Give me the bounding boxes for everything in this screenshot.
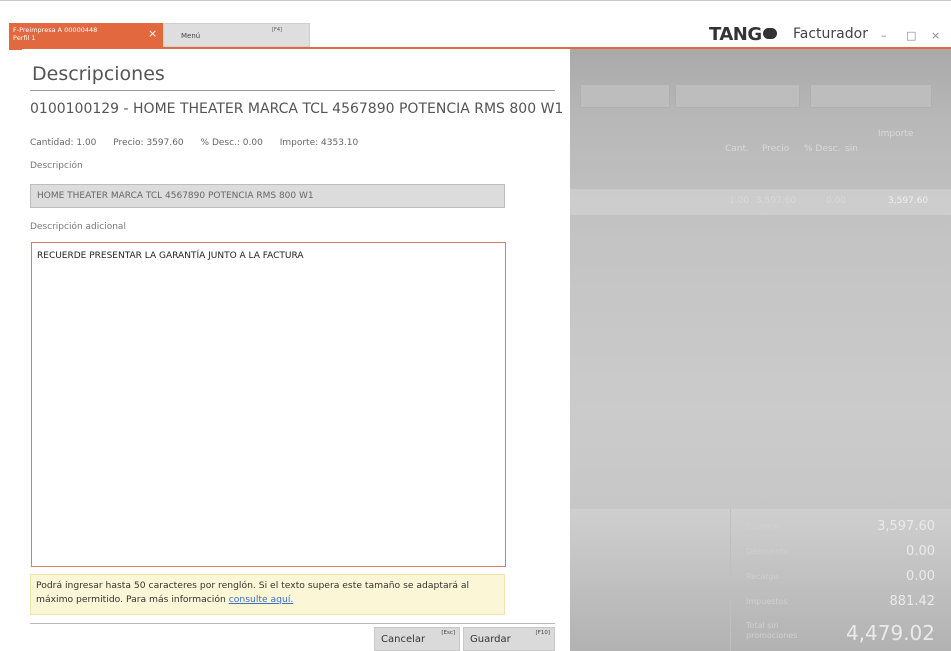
bg-row-desc: 0.00 xyxy=(826,196,847,206)
tab-invoice[interactable]: F-Preimpresa A 00000448 Perfil 1 xyxy=(9,23,163,47)
bg-total-label: Descuento xyxy=(746,547,789,556)
bg-header-importe: Importe xyxy=(878,129,914,139)
title-bar: F-Preimpresa A 00000448 Perfil 1 × Menú … xyxy=(0,0,951,50)
description-field: HOME THEATER MARCA TCL 4567890 POTENCIA … xyxy=(30,184,505,208)
bg-header-importe-sub: sin xyxy=(845,144,858,154)
bg-field xyxy=(675,84,800,108)
bg-row-importe: 3,597.60 xyxy=(888,196,929,206)
tab-menu[interactable]: Menú [F4] xyxy=(163,23,310,47)
cancel-button-label: Cancelar xyxy=(381,634,426,645)
tab-menu-label: Menú xyxy=(181,32,201,40)
bg-total-value: 881.42 xyxy=(889,594,936,609)
additional-description-textarea[interactable]: RECUERDE PRESENTAR LA GARANTÍA JUNTO A L… xyxy=(31,242,506,567)
bg-total-value: 0.00 xyxy=(906,569,935,584)
dialog-title: Descripciones xyxy=(32,63,165,85)
save-button[interactable]: Guardar [F10] xyxy=(463,627,555,651)
tab-invoice-profile: Perfil 1 xyxy=(13,34,36,42)
bg-field xyxy=(580,84,670,108)
app-name: Facturador xyxy=(793,26,868,42)
cancel-button[interactable]: Cancelar [Esc] xyxy=(374,627,460,651)
logo-o-shape xyxy=(762,28,777,39)
additional-description-label: Descripción adicional xyxy=(30,222,126,232)
tab-invoice-title: F-Preimpresa A 00000448 xyxy=(13,26,98,34)
tab-close-icon[interactable]: × xyxy=(148,28,157,40)
bg-header-precio: Precio xyxy=(762,144,790,154)
bg-total-value: 3,597.60 xyxy=(877,519,935,534)
bg-total-label: Recargo xyxy=(746,572,779,581)
cancel-hotkey: [Esc] xyxy=(441,630,455,636)
bg-total-value: 0.00 xyxy=(906,544,935,559)
close-icon[interactable]: × xyxy=(931,29,940,42)
maximize-icon[interactable]: □ xyxy=(906,29,916,42)
save-button-label: Guardar xyxy=(470,634,511,645)
quantity-value: Cantidad: 1.00 xyxy=(30,138,97,148)
logo-text-g: G xyxy=(747,24,762,45)
price-value: Precio: 3597.60 xyxy=(113,138,184,148)
descriptions-dialog: Descripciones 0100100129 - HOME THEATER … xyxy=(22,49,570,651)
bg-totals-panel: Subtotal 3,597.60 Descuento 0.00 Recargo… xyxy=(570,509,951,651)
description-label: Descripción xyxy=(30,161,83,171)
logo-text: TAN xyxy=(709,24,748,45)
help-link[interactable]: consulte aquí. xyxy=(229,594,294,605)
bg-total-label: Total sin promociones xyxy=(746,621,798,640)
bg-row-cant: 1.00 xyxy=(729,196,750,206)
bg-total-label: Impuestos xyxy=(746,597,788,606)
bg-total-label: Subtotal xyxy=(746,522,780,531)
amount-value: Importe: 4353.10 xyxy=(279,138,359,148)
bg-row-precio: 3,597.60 xyxy=(756,196,797,206)
background-invoice-panel: Cant. Precio % Desc. Importe sin 1.00 3,… xyxy=(570,49,951,651)
title-divider xyxy=(30,90,555,91)
bg-total-value: 4,479.02 xyxy=(845,621,935,645)
minimize-icon[interactable]: – xyxy=(881,29,887,42)
bg-divider xyxy=(730,509,731,651)
info-notice: Podrá ingresar hasta 50 caracteres por r… xyxy=(30,574,505,615)
tango-logo: TANG xyxy=(709,24,777,45)
tab-menu-hotkey: [F4] xyxy=(272,27,282,33)
save-hotkey: [F10] xyxy=(535,630,550,636)
discount-value: % Desc.: 0.00 xyxy=(200,138,263,148)
bg-header-cant: Cant. xyxy=(725,144,749,154)
footer-divider xyxy=(30,623,555,624)
bg-header-desc: % Desc. xyxy=(804,144,841,154)
product-heading: 0100100129 - HOME THEATER MARCA TCL 4567… xyxy=(30,101,564,117)
bg-field xyxy=(810,84,932,108)
item-summary: Cantidad: 1.00 Precio: 3597.60 % Desc.: … xyxy=(30,138,372,148)
